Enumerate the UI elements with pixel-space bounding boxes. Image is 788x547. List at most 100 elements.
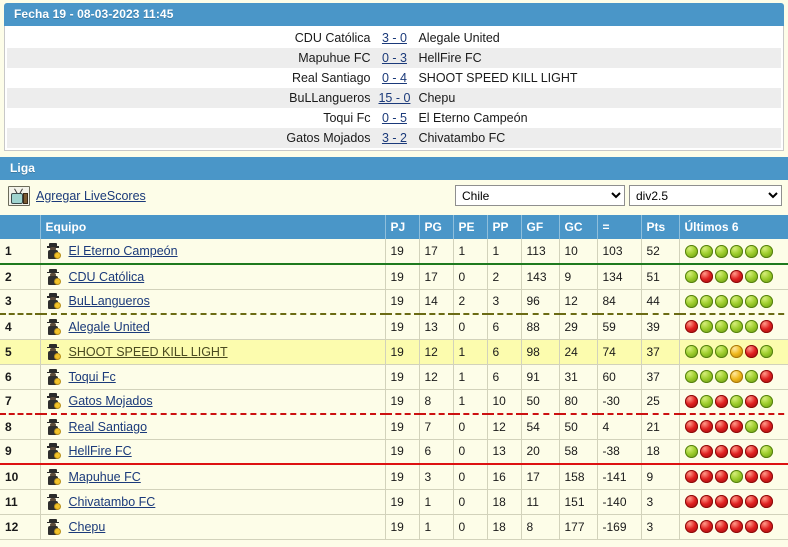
form-result-dot [684,270,698,284]
form-result-dot [699,244,713,258]
col-team: Equipo [40,215,386,239]
row-last-six [679,464,788,490]
team-link[interactable]: Chepu [69,520,106,534]
team-manager-icon [46,318,61,335]
form-result-dot [759,320,773,334]
row-team-cell: HellFire FC [40,439,386,465]
team-manager-icon [46,468,61,485]
match-score-link[interactable]: 3 - 0 [382,31,407,45]
team-link[interactable]: Mapuhue FC [69,470,141,484]
match-score-link[interactable]: 15 - 0 [378,91,410,105]
row-position: 6 [0,364,41,390]
row-pj: 19 [385,414,420,440]
form-result-dot [729,370,743,383]
match-row: Toqui Fc 0 - 5 El Eterno Campeón [7,108,781,128]
row-pj: 19 [385,239,420,265]
row-gc: 158 [559,464,598,490]
form-result-dot [699,370,713,383]
row-team-cell: Real Santiago [40,414,386,440]
form-result-dot [729,270,743,284]
row-pe: 0 [453,414,488,440]
team-link[interactable]: Alegale United [69,320,150,334]
row-position: 12 [0,514,41,540]
team-link[interactable]: Toqui Fc [69,370,116,384]
col-pe: PE [453,215,488,239]
row-pts: 37 [641,339,680,365]
row-last-six [679,314,788,340]
matches-panel: CDU Católica 3 - 0 Alegale United Mapuhue F… [4,26,784,151]
row-last-six [679,289,788,315]
form-result-dot [759,420,773,434]
form-result-dot [729,394,743,408]
add-livescores-control[interactable]: Agregar LiveScores [8,186,146,206]
team-link[interactable]: SHOOT SPEED KILL LIGHT [69,345,228,359]
form-result-dot [684,495,698,508]
col-last-six: Últimos 6 [679,215,788,239]
team-link[interactable]: HellFire FC [69,444,132,458]
row-last-six [679,439,788,465]
standings-table: Equipo PJ PG PE PP GF GC = Pts Últimos 6… [0,215,788,540]
match-score-link[interactable]: 0 - 4 [382,71,407,85]
col-position [0,215,41,239]
add-livescores-link[interactable]: Agregar LiveScores [36,189,146,203]
row-pe: 2 [453,289,488,315]
row-pe: 1 [453,239,488,265]
row-team-cell: CDU Católica [40,264,386,290]
row-pe: 0 [453,314,488,340]
row-gf: 98 [521,339,560,365]
form-result-dot [699,320,713,334]
row-position: 5 [0,339,41,365]
form-result-dot [684,320,698,334]
match-score-link[interactable]: 0 - 5 [382,111,407,125]
team-manager-icon [46,418,61,435]
form-result-dot [744,420,758,434]
match-score-link[interactable]: 3 - 2 [382,131,407,145]
row-pe: 0 [453,264,488,290]
standings-row: 5 SHOOT SPEED KILL LIGHT 19 12 1 6 98 24 74 37 [0,339,788,365]
row-pts: 25 [641,389,680,415]
row-gf: 88 [521,314,560,340]
row-goal-diff: 103 [597,239,642,265]
standings-row: 2 CDU Católica 19 17 0 2 143 9 134 51 [0,264,788,290]
liga-header: Liga [0,157,788,180]
row-gf: 17 [521,464,560,490]
match-score-cell: 0 - 3 [374,48,414,68]
division-select[interactable]: div2.5 [629,185,782,206]
row-gc: 12 [559,289,598,315]
row-pe: 1 [453,389,488,415]
form-result-dot [759,370,773,383]
row-gc: 10 [559,239,598,265]
form-result-dot [699,345,713,358]
team-link[interactable]: Gatos Mojados [69,394,153,408]
team-link[interactable]: Real Santiago [69,420,148,434]
form-result-dot [714,345,728,358]
row-pj: 19 [385,439,420,465]
col-pg: PG [419,215,454,239]
form-result-dot [699,444,713,458]
country-select[interactable]: Chile [455,185,625,206]
row-pp: 6 [487,364,522,390]
row-pg: 1 [419,489,454,515]
team-link[interactable]: Chivatambo FC [69,495,156,509]
row-pj: 19 [385,364,420,390]
form-result-dot [699,394,713,408]
row-gf: 20 [521,439,560,465]
team-link[interactable]: CDU Católica [69,270,145,284]
form-result-dot [714,394,728,408]
form-result-dot [729,495,743,508]
form-result-dot [714,420,728,434]
form-result-dot [684,444,698,458]
form-result-dot [744,294,758,308]
form-result-dot [729,320,743,334]
col-gc: GC [559,215,598,239]
row-pts: 21 [641,414,680,440]
row-pp: 3 [487,289,522,315]
match-score-link[interactable]: 0 - 3 [382,51,407,65]
row-gc: 24 [559,339,598,365]
team-link[interactable]: El Eterno Campeón [69,244,178,258]
standings-row: 1 El Eterno Campeón 19 17 1 1 113 10 103 52 [0,239,788,265]
form-result-dot [744,270,758,284]
team-link[interactable]: BuLLangueros [69,294,150,308]
row-last-six [679,414,788,440]
match-row: Gatos Mojados 3 - 2 Chivatambo FC [7,128,781,148]
